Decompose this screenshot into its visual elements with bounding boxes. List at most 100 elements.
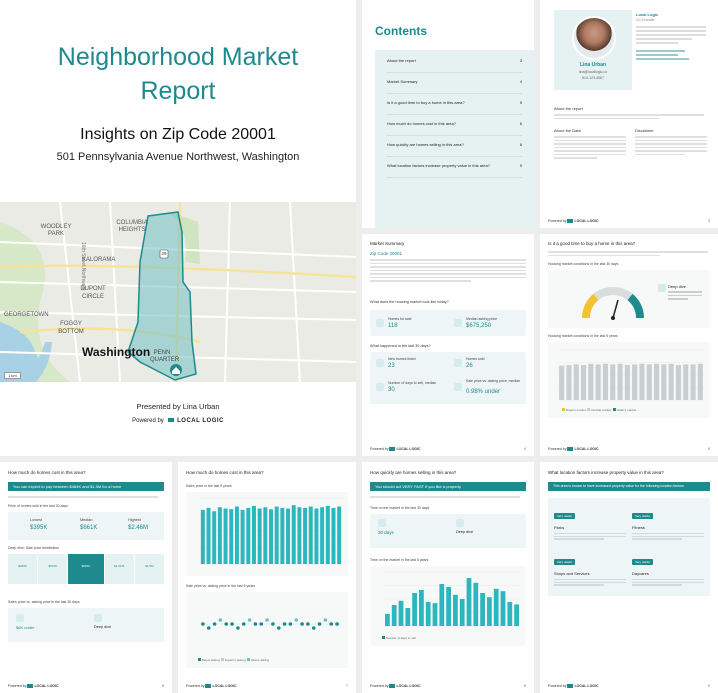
ask-chart-title: Sale price vs. asking price in the last … [186, 584, 256, 588]
conditions-bar [639, 363, 645, 400]
q1: What does the housing market look like t… [370, 300, 449, 304]
price-bar [297, 507, 302, 564]
price-bar [331, 507, 336, 564]
price-bar [303, 507, 308, 564]
dollar-icon [16, 614, 24, 622]
summary-text [370, 259, 526, 282]
sale-vs-ask-card: $6K under Deep dive [8, 608, 164, 642]
footer: Powered by LOCAL LOGIC [548, 446, 599, 451]
contents-item-label: What location factors increase property … [387, 163, 490, 168]
conditions-bar [617, 363, 623, 400]
factor-name: Fitness [632, 525, 645, 530]
price-bar [274, 506, 279, 564]
cost-page: How much do homes cost in this area? You… [0, 462, 172, 693]
contents-item[interactable]: Is it a good time to buy a home in this … [387, 100, 522, 115]
speed-text [370, 496, 520, 498]
ask-point [294, 618, 299, 622]
speed-heading: How quickly are homes selling in this ar… [370, 470, 457, 475]
price-bar [212, 511, 217, 564]
time-bar [507, 602, 513, 626]
calendar-icon [378, 519, 386, 527]
time-bar [425, 602, 431, 626]
conditions-bar [610, 364, 616, 400]
contents-item[interactable]: How quickly are homes selling in this ar… [387, 142, 522, 157]
price-bar [234, 506, 239, 564]
dist-bucket: $484K [8, 554, 38, 584]
price-bar [269, 509, 273, 564]
contents-item-label: About the report [387, 58, 416, 63]
ask-point [271, 622, 275, 626]
time-chart [384, 571, 520, 627]
chart1-title: Housing market conditions in the last 30… [548, 262, 619, 266]
conditions-bar [668, 363, 674, 400]
price-bar [229, 509, 234, 564]
factor-name: Shops and Services [554, 571, 590, 576]
map-label-penn: PENN QUARTER [150, 350, 180, 363]
good-time-page: Is it a good time to buy a home in this … [540, 234, 718, 456]
ask-point [247, 618, 252, 622]
conditions-chart-card: Buyer's market Neutral market Seller's m… [548, 342, 710, 418]
time-bar [514, 604, 519, 626]
local-logic-logo-icon [389, 684, 396, 688]
about-report-text [554, 114, 704, 119]
price-bar [263, 507, 268, 564]
sold-icon [454, 359, 462, 367]
location-heading: What location factors increase property … [548, 470, 664, 475]
ask-point [253, 622, 258, 626]
factor-description [554, 579, 626, 586]
page-number: 8 [524, 684, 526, 688]
contents-item-page: 3 [519, 58, 522, 63]
deep-dive-icon [456, 519, 464, 527]
highest-value: $2.46M [128, 525, 149, 531]
contents-item[interactable]: About the report 3 [387, 58, 522, 73]
about-data-text [554, 136, 626, 159]
ask-point [335, 622, 339, 626]
contents-item[interactable]: How much do homes cost in this area? 6 [387, 121, 522, 136]
ask-point [265, 618, 269, 622]
ask-point [236, 626, 240, 630]
conditions-bar [602, 363, 609, 400]
page-number: 4 [524, 447, 526, 451]
lowest-value: $395K [30, 525, 48, 531]
speed-card: 30 days Deep dive [370, 514, 526, 548]
gauge-chart [581, 287, 645, 320]
location-banner: This area is known to have increased pro… [548, 482, 710, 491]
dist-title: Deep dive: Sale price distribution [8, 546, 60, 550]
conditions-bar [580, 365, 587, 400]
contents-item-label: How much do homes cost in this area? [387, 121, 456, 126]
time-bar [473, 582, 479, 626]
time-bar [419, 590, 424, 626]
homes-for-sale-value: 118 [388, 323, 398, 329]
contents-item[interactable]: What location factors increase property … [387, 163, 522, 178]
agent-company: Local Logic [636, 12, 659, 17]
good-time-text [548, 251, 708, 256]
map-label-foggy: FOGGY BOTTOM [58, 321, 84, 335]
zip-title: Zip Code 20001 [370, 251, 403, 256]
contents-item-page: 6 [519, 121, 522, 126]
page-number: 9 [708, 684, 710, 688]
disclaimer-heading: Disclaimer [635, 128, 654, 133]
price-bar [206, 507, 211, 564]
cover-address: 501 Pennsylvania Avenue Northwest, Washi… [56, 151, 300, 163]
conditions-bar [566, 365, 572, 400]
map[interactable]: WOODLEY PARK COLUMBIA HEIGHTS KALORAMA D… [0, 202, 356, 382]
price-bar [223, 508, 228, 564]
speed-banner: You should act VERY FAST if you like a p… [370, 482, 526, 491]
time-bar [487, 597, 492, 626]
agent-page: Lina Urban lina@locallogic.co 514-123-45… [540, 0, 718, 228]
ask-chart [200, 618, 340, 630]
powered-by: Powered by LOCAL LOGIC [132, 418, 224, 424]
footer: Powered by LOCAL LOGIC [548, 683, 599, 688]
time-bar [480, 593, 485, 626]
contents-item[interactable]: Market Summary 4 [387, 79, 522, 94]
disclaimer-text [635, 136, 707, 155]
cover-page: Neighborhood Market Report Insights on Z… [0, 0, 356, 456]
chart2-title: Housing market conditions in the last 5 … [548, 334, 618, 338]
route-shield: 29 [161, 251, 167, 256]
location-factor: Very useful Fitness [632, 504, 704, 544]
cost-history-page: How much do homes cost in this area? Sal… [178, 462, 356, 693]
ask-point [259, 622, 264, 626]
factor-name: Daycares [632, 571, 649, 576]
factor-name: Parks [554, 525, 565, 530]
contents-box: About the report 3 Market Summary 4 Is it a … [375, 50, 534, 228]
